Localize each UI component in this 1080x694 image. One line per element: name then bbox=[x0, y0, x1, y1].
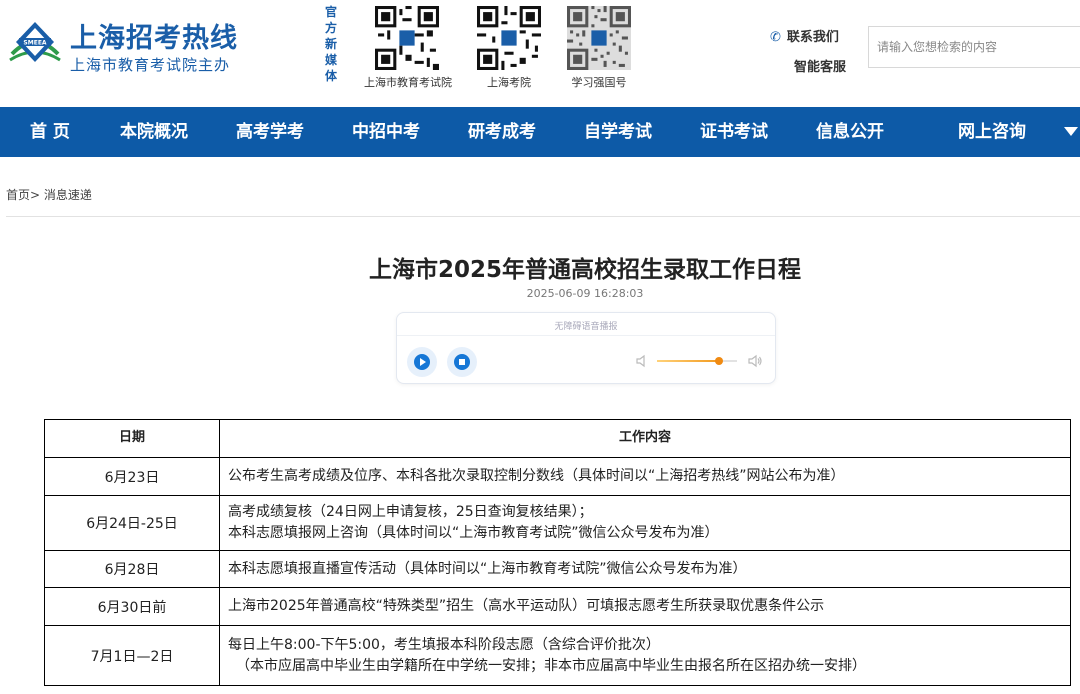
nav-item-consult[interactable]: 网上咨询 bbox=[958, 107, 1026, 157]
divider bbox=[397, 335, 775, 336]
breadcrumb: 首页> 消息速递 bbox=[6, 186, 92, 203]
volume-fill bbox=[657, 360, 719, 362]
logo-text: SMEEA bbox=[23, 40, 46, 47]
audio-player: 无障碍语音播报 bbox=[396, 312, 776, 384]
row-content: 公布考生高考成绩及位序、本科各批次录取控制分数线（具体时间以“上海招考热线”网站… bbox=[219, 457, 1071, 496]
schedule-table: 日期 工作内容 6月23日 公布考生高考成绩及位序、本科各批次录取控制分数线（具… bbox=[44, 419, 1071, 686]
contact-us-label: 联系我们 bbox=[786, 30, 839, 45]
row-content: 高考成绩复核（24日网上申请复核，25日查询复核结果）； 本科志愿填报网上咨询（… bbox=[219, 495, 1071, 551]
site-subtitle: 上海市教育考试院主办 bbox=[70, 56, 231, 74]
qr-caption: 学习强国号 bbox=[571, 76, 627, 89]
main-nav: 首 页 本院概况 高考学考 中招中考 研考成考 自学考试 证书考试 信息公开 网… bbox=[0, 107, 1080, 157]
triangle-down-icon[interactable] bbox=[1064, 127, 1078, 136]
site-header: SMEEA 上海招考热线 上海市教育考试院主办 官方新媒体 上海市教育考试院 上… bbox=[0, 0, 1080, 107]
nav-item-gaokao[interactable]: 高考学考 bbox=[236, 107, 304, 157]
content-line: 每日上午8:00-下午5:00，考生填报本科阶段志愿（含综合评价批次） bbox=[228, 636, 660, 653]
nav-item-zhongkao[interactable]: 中招中考 bbox=[352, 107, 420, 157]
content-line: 上海市2025年普通高校“特殊类型”招生（高水平运动队）可填报志愿考生所获录取优… bbox=[228, 598, 825, 614]
divider bbox=[6, 216, 1080, 217]
row-content: 每日上午8:00-下午5:00，考生填报本科阶段志愿（含综合评价批次） （本市应… bbox=[219, 625, 1071, 686]
search-input[interactable] bbox=[868, 26, 1080, 68]
publish-date: 2025-06-09 16:28:03 bbox=[526, 287, 644, 300]
phone-icon: ✆ bbox=[770, 30, 781, 45]
play-button[interactable] bbox=[407, 347, 437, 377]
contact-us-link[interactable]: ✆ 联系我们 bbox=[770, 26, 839, 45]
nav-item-disclosure[interactable]: 信息公开 bbox=[816, 107, 884, 157]
table-row: 6月30日前 上海市2025年普通高校“特殊类型”招生（高水平运动队）可填报志愿… bbox=[44, 587, 1071, 626]
row-date: 6月24日-25日 bbox=[44, 495, 220, 551]
nav-item-certificate[interactable]: 证书考试 bbox=[700, 107, 768, 157]
qr-caption: 上海考院 bbox=[487, 76, 531, 89]
row-date: 6月23日 bbox=[44, 457, 220, 496]
table-row: 7月1日—2日 每日上午8:00-下午5:00，考生填报本科阶段志愿（含综合评价… bbox=[44, 625, 1071, 686]
row-content: 上海市2025年普通高校“特殊类型”招生（高水平运动队）可填报志愿考生所获录取优… bbox=[219, 587, 1071, 626]
row-date: 6月28日 bbox=[44, 550, 220, 588]
content-line: （本市应届高中毕业生由学籍所在中学统一安排；非本市应届高中毕业生由报名所在区招办… bbox=[236, 657, 866, 674]
stop-icon bbox=[459, 359, 465, 365]
stop-button[interactable] bbox=[447, 347, 477, 377]
row-date: 6月30日前 bbox=[44, 587, 220, 626]
volume-slider[interactable] bbox=[657, 357, 737, 365]
column-header-date: 日期 bbox=[44, 419, 220, 458]
volume-high-icon[interactable] bbox=[747, 353, 763, 369]
table-row: 6月24日-25日 高考成绩复核（24日网上申请复核，25日查询复核结果）； 本… bbox=[44, 495, 1071, 551]
content-line: 公布考生高考成绩及位序、本科各批次录取控制分数线（具体时间以“上海招考热线”网站… bbox=[228, 468, 845, 484]
official-media-label: 官方新媒体 bbox=[324, 5, 337, 83]
qr-code-icon[interactable] bbox=[374, 6, 440, 70]
breadcrumb-separator: > bbox=[30, 188, 41, 202]
breadcrumb-current[interactable]: 消息速递 bbox=[44, 188, 92, 202]
qr-code-icon[interactable] bbox=[566, 6, 632, 70]
table-row: 6月28日 本科志愿填报直播宣传活动（具体时间以“上海市教育考试院”微信公众号发… bbox=[44, 550, 1071, 588]
page-title: 上海市2025年普通高校招生录取工作日程 bbox=[368, 257, 801, 283]
table-header-row: 日期 工作内容 bbox=[44, 419, 1071, 458]
content-line: 本科志愿填报直播宣传活动（具体时间以“上海市教育考试院”微信公众号发布为准） bbox=[228, 560, 747, 577]
content-line: 高考成绩复核（24日网上申请复核，25日查询复核结果）； bbox=[228, 504, 593, 520]
nav-item-self-study[interactable]: 自学考试 bbox=[584, 107, 652, 157]
column-header-content: 工作内容 bbox=[219, 419, 1071, 458]
row-content: 本科志愿填报直播宣传活动（具体时间以“上海市教育考试院”微信公众号发布为准） bbox=[219, 550, 1071, 588]
breadcrumb-home[interactable]: 首页 bbox=[6, 188, 30, 202]
row-date: 7月1日—2日 bbox=[44, 625, 220, 686]
smart-service-link[interactable]: 智能客服 bbox=[794, 56, 846, 75]
player-label: 无障碍语音播报 bbox=[554, 322, 618, 332]
play-icon bbox=[420, 358, 426, 366]
qr-code-icon[interactable] bbox=[476, 6, 542, 70]
volume-knob[interactable] bbox=[715, 357, 723, 365]
table-row: 6月23日 公布考生高考成绩及位序、本科各批次录取控制分数线（具体时间以“上海招… bbox=[44, 457, 1071, 496]
qr-caption: 上海市教育考试院 bbox=[364, 76, 452, 89]
volume-low-icon[interactable] bbox=[635, 353, 651, 369]
content-line: 本科志愿填报网上咨询（具体时间以“上海市教育考试院”微信公众号发布为准） bbox=[228, 525, 719, 541]
nav-item-graduate[interactable]: 研考成考 bbox=[468, 107, 536, 157]
smeea-logo-icon[interactable]: SMEEA bbox=[8, 18, 62, 72]
nav-item-home[interactable]: 首 页 bbox=[30, 107, 70, 157]
nav-item-about[interactable]: 本院概况 bbox=[120, 107, 188, 157]
site-title[interactable]: 上海招考热线 bbox=[70, 16, 238, 55]
